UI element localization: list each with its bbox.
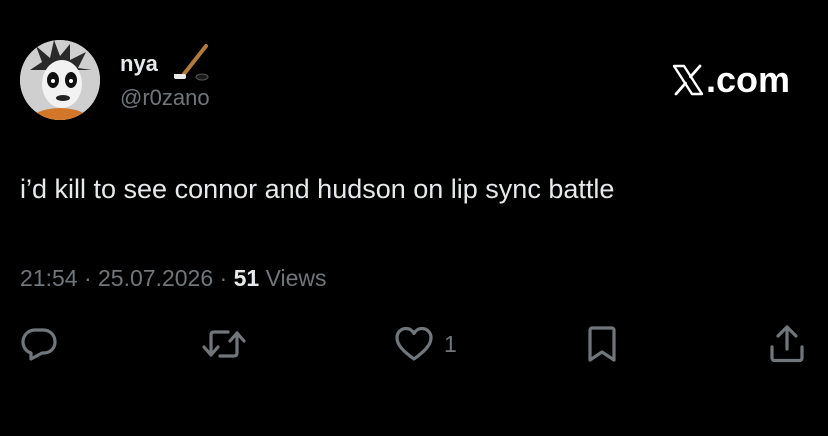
views-label[interactable]: Views — [266, 265, 327, 291]
share-icon — [770, 325, 804, 363]
tweet-time[interactable]: 21:54 — [20, 265, 78, 291]
meta-separator: · — [219, 265, 228, 291]
avatar[interactable] — [20, 40, 100, 120]
like-count: 1 — [444, 330, 457, 357]
reply-icon — [21, 328, 57, 361]
user-handle[interactable]: @r0zano — [120, 85, 210, 111]
tweet-meta: 21:54 · 25.07.2026 · 51 Views — [20, 264, 327, 292]
like-button[interactable]: 1 — [394, 322, 457, 366]
tweet-text: i’d kill to see connor and hudson on lip… — [20, 174, 615, 204]
brand-logo: .com — [672, 60, 790, 100]
tweet-card: nya @r0zano .com i’d kill to see connor … — [0, 0, 828, 436]
action-bar: 1 — [0, 322, 828, 366]
bookmark-icon — [588, 326, 616, 362]
x-logo-icon — [672, 64, 704, 96]
views-count[interactable]: 51 — [234, 265, 260, 291]
reply-button[interactable] — [20, 322, 58, 366]
repost-icon — [202, 330, 246, 358]
display-name[interactable]: nya — [120, 51, 158, 77]
meta-separator: · — [83, 265, 92, 291]
repost-button[interactable] — [202, 322, 246, 366]
share-button[interactable] — [768, 322, 806, 366]
bookmark-button[interactable] — [585, 322, 619, 366]
heart-icon — [395, 326, 433, 361]
hockey-stick-icon — [174, 44, 209, 81]
brand-label: .com — [705, 59, 790, 100]
avatar-image — [20, 40, 100, 120]
tweet-date[interactable]: 25.07.2026 — [98, 265, 213, 291]
